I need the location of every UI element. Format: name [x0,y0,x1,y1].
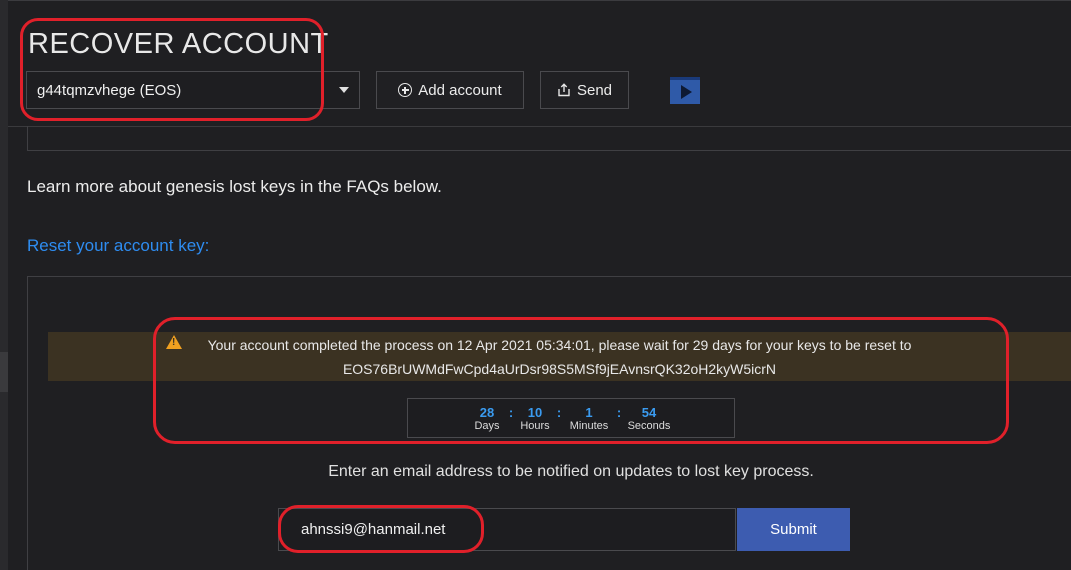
submit-button[interactable]: Submit [737,508,850,551]
add-account-label: Add account [418,81,502,99]
chevron-down-icon [339,87,349,93]
annotation-ellipse-alert [153,317,1009,444]
send-button[interactable]: Send [540,71,629,109]
plus-circle-icon [398,83,413,97]
annotation-ellipse-account [20,18,324,121]
send-label: Send [576,81,613,99]
play-triangle [681,85,692,99]
notify-instructions: Enter an email address to be notified on… [328,463,814,480]
top-panel [27,126,1071,151]
annotation-ellipse-email [278,505,484,553]
add-account-button[interactable]: Add account [376,71,524,109]
reset-account-key-link[interactable]: Reset your account key: [27,236,209,256]
learn-more-text: Learn more about genesis lost keys in th… [27,177,442,196]
top-divider [8,0,1071,1]
video-play-icon[interactable] [670,77,700,104]
left-gutter [0,0,8,570]
share-icon [558,83,570,97]
gutter-marker [0,352,8,392]
recover-account-page: RECOVER ACCOUNT g44tqmzvhege (EOS) Add a… [0,0,1071,570]
